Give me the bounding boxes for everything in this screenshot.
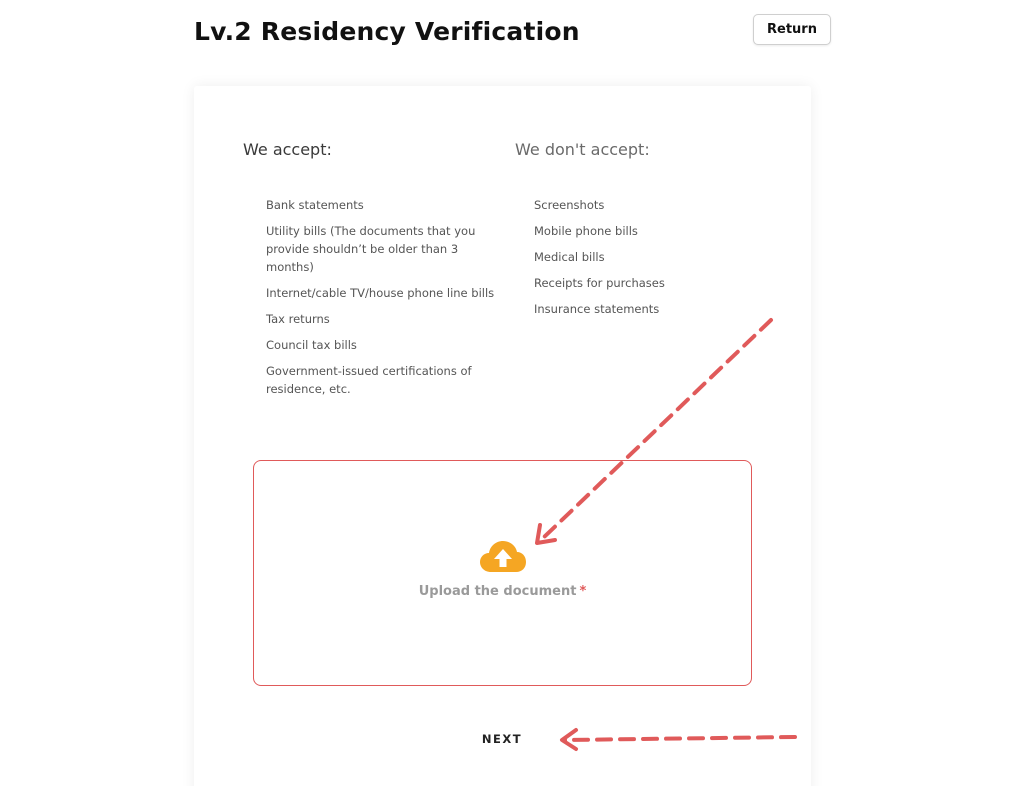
list-item: Bank statements: [266, 198, 364, 212]
cloud-upload-icon[interactable]: [479, 538, 527, 576]
upload-label: Upload the document *: [253, 584, 752, 599]
list-item: Screenshots: [534, 198, 605, 212]
list-item: Mobile phone bills: [534, 224, 638, 238]
next-button[interactable]: NEXT: [470, 728, 534, 750]
reject-heading: We don't accept:: [515, 140, 650, 159]
page-title: Lv.2 Residency Verification: [194, 17, 580, 46]
list-item: Insurance statements: [534, 302, 660, 316]
rejected-documents-list: Screenshots Mobile phone bills Medical b…: [534, 196, 764, 326]
list-item: Internet/cable TV/house phone line bills: [266, 286, 495, 300]
page: Lv.2 Residency Verification Return We ac…: [0, 0, 1024, 786]
list-item: Medical bills: [534, 250, 605, 264]
accept-heading: We accept:: [243, 140, 332, 159]
list-item: Tax returns: [266, 312, 330, 326]
list-item: Government-issued certifications of resi…: [266, 364, 472, 396]
list-item: Council tax bills: [266, 338, 357, 352]
list-item: Receipts for purchases: [534, 276, 665, 290]
accepted-documents-list: Bank statements Utility bills (The docum…: [266, 196, 502, 406]
return-button[interactable]: Return: [753, 14, 831, 45]
upload-label-text: Upload the document: [418, 584, 577, 599]
required-mark: *: [579, 584, 587, 599]
list-item: Utility bills (The documents that you pr…: [266, 224, 476, 274]
